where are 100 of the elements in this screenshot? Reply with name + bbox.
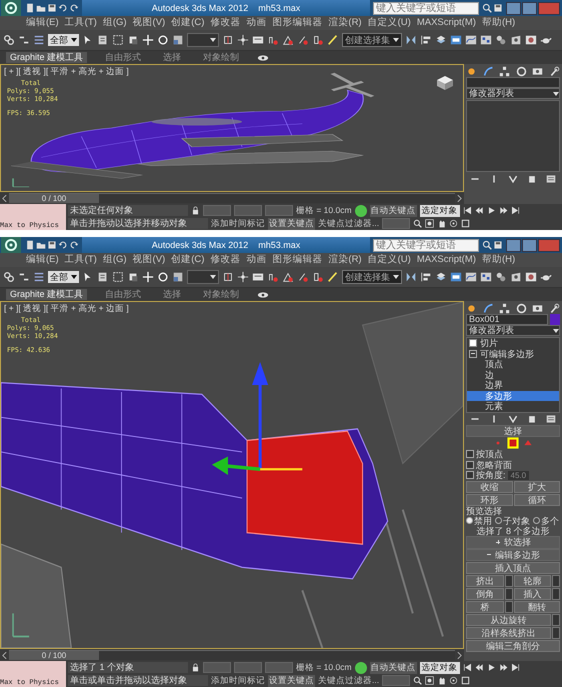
layer-icon[interactable]: [435, 271, 447, 283]
rollout-header[interactable]: 选择: [466, 424, 560, 437]
radio-button[interactable]: [495, 517, 502, 524]
snap-icon[interactable]: [267, 271, 279, 283]
mirror-icon[interactable]: [405, 271, 417, 283]
checkbox[interactable]: [466, 450, 474, 458]
maximize-viewport-icon[interactable]: [461, 219, 470, 228]
rect-region-icon[interactable]: [112, 271, 124, 283]
undo-icon[interactable]: [58, 240, 68, 250]
ribbon-tab[interactable]: 对象绘制: [199, 52, 244, 63]
menu-item[interactable]: 组(G): [102, 254, 127, 266]
save-icon[interactable]: [47, 240, 57, 250]
minimize-button[interactable]: [506, 238, 521, 252]
menu-item[interactable]: 自定义(U): [368, 17, 411, 29]
orbit-icon[interactable]: [449, 219, 458, 228]
make-unique-icon[interactable]: [508, 174, 518, 184]
go-to-end-icon[interactable]: [510, 663, 520, 672]
panel-button[interactable]: 沿样条线挤出: [466, 627, 551, 639]
play-icon[interactable]: [486, 206, 496, 215]
reference-coordinate-dropdown[interactable]: [187, 33, 219, 47]
previous-frame-icon[interactable]: [474, 663, 484, 672]
redo-icon[interactable]: [69, 3, 79, 13]
save-icon[interactable]: [47, 3, 57, 13]
window-crossing-icon[interactable]: [127, 271, 139, 283]
motion-icon[interactable]: [516, 302, 527, 314]
eye-icon[interactable]: [257, 54, 270, 62]
select-by-name-icon[interactable]: [97, 34, 109, 46]
ribbon-toggle-icon[interactable]: [450, 34, 462, 46]
ribbon-tab[interactable]: 自由形式: [101, 289, 146, 300]
go-to-end-icon[interactable]: [510, 206, 520, 215]
zoom-icon[interactable]: [413, 219, 422, 228]
percent-snap-icon[interactable]: [297, 271, 309, 283]
align-icon[interactable]: [420, 271, 432, 283]
bind-icon[interactable]: [33, 34, 45, 46]
next-frame-icon[interactable]: [498, 663, 508, 672]
menu-item[interactable]: 自定义(U): [368, 254, 411, 266]
rollout-header[interactable]: 软选择: [466, 536, 560, 548]
align-icon[interactable]: [420, 34, 432, 46]
pivot-icon[interactable]: [222, 34, 234, 46]
expand-toggle[interactable]: [469, 350, 477, 358]
lock-icon[interactable]: [191, 663, 200, 672]
object-name-field[interactable]: Box001: [466, 314, 548, 325]
save-icon[interactable]: [493, 240, 503, 250]
time-tag-button[interactable]: 添加时间标记: [211, 218, 265, 230]
settings-button[interactable]: [552, 575, 560, 587]
menu-item[interactable]: 帮助(H): [482, 254, 516, 266]
settings-button[interactable]: [504, 601, 512, 613]
set-key-button[interactable]: 设置关键点: [268, 218, 315, 230]
rollout-header[interactable]: 编辑多边形: [466, 548, 560, 561]
previous-frame-icon[interactable]: [474, 206, 484, 215]
zoom-icon[interactable]: [482, 240, 492, 250]
manipulate-icon[interactable]: [237, 34, 249, 46]
create-icon[interactable]: [466, 302, 477, 314]
frame-field[interactable]: [382, 675, 410, 686]
unlink-icon[interactable]: [18, 271, 30, 283]
set-key-button[interactable]: 设置关键点: [268, 674, 315, 686]
motion-icon[interactable]: [516, 66, 527, 76]
panel-button[interactable]: 倒角: [466, 588, 504, 600]
angle-snap-icon[interactable]: [282, 271, 294, 283]
link-icon[interactable]: [3, 271, 15, 283]
percent-snap-icon[interactable]: [297, 34, 309, 46]
menu-item[interactable]: 工具(T): [64, 254, 97, 266]
viewport-label[interactable]: [ + ][ 透视 ][ 平滑 + 高光 + 边面 ]: [4, 66, 129, 78]
menu-item[interactable]: 图形编辑器: [272, 254, 322, 266]
menu-item[interactable]: 动画: [246, 254, 266, 266]
menu-item[interactable]: 修改器: [210, 17, 240, 29]
z-coordinate-field[interactable]: [265, 662, 293, 673]
rotate-icon[interactable]: [157, 271, 169, 283]
render-setup-icon[interactable]: [510, 271, 522, 283]
ribbon-toggle-icon[interactable]: [450, 271, 462, 283]
modify-icon[interactable]: [482, 302, 494, 314]
make-unique-icon[interactable]: [508, 414, 518, 424]
configure-sets-icon[interactable]: [546, 414, 556, 424]
rotate-icon[interactable]: [157, 34, 169, 46]
key-mode-dropdown[interactable]: 选定对象: [420, 662, 460, 674]
move-icon[interactable]: [142, 271, 154, 283]
utilities-icon[interactable]: [548, 66, 560, 76]
edit-selection-icon[interactable]: [327, 34, 339, 46]
select-by-name-icon[interactable]: [97, 271, 109, 283]
link-icon[interactable]: [3, 34, 15, 46]
orbit-icon[interactable]: [449, 676, 458, 685]
collapse-icon[interactable]: [486, 552, 492, 558]
eye-icon[interactable]: [257, 290, 270, 298]
undo-icon[interactable]: [58, 3, 68, 13]
menu-item[interactable]: MAXScript(M): [416, 254, 476, 266]
settings-button[interactable]: [552, 627, 560, 639]
edit-selection-icon[interactable]: [327, 271, 339, 283]
menu-item[interactable]: 创建(C): [171, 17, 204, 29]
named-selection-dropdown[interactable]: 创建选择集: [342, 270, 402, 284]
go-to-start-icon[interactable]: [462, 206, 472, 215]
sub-object-item[interactable]: 多边形: [467, 390, 559, 401]
menu-item[interactable]: 组(G): [102, 17, 127, 29]
modifier-list-dropdown[interactable]: 修改器列表: [466, 88, 560, 99]
maximize-viewport-icon[interactable]: [461, 676, 470, 685]
panel-button[interactable]: 扩大: [514, 480, 560, 492]
spinner-snap-icon[interactable]: [312, 34, 324, 46]
ribbon-tab[interactable]: Graphite 建模工具: [6, 52, 88, 63]
zoom-all-icon[interactable]: [425, 676, 434, 685]
minimize-button[interactable]: [506, 2, 521, 14]
rect-region-icon[interactable]: [112, 34, 124, 46]
